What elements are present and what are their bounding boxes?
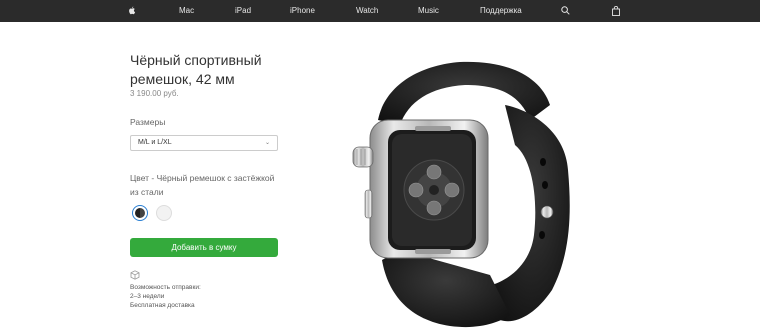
swatch-black-fill <box>135 208 145 218</box>
product-title-line1: Чёрный спортивный <box>130 52 262 68</box>
shipping-line-2: 2–3 недели <box>130 293 165 300</box>
size-label: Размеры <box>130 117 166 127</box>
search-icon[interactable] <box>561 0 571 22</box>
shipping-info: Возможность отправки: 2–3 недели Бесплат… <box>130 283 201 310</box>
nav-item-iphone[interactable]: iPhone <box>290 0 315 22</box>
shipping-line-1: Возможность отправки: <box>130 284 201 291</box>
apple-logo-icon[interactable] <box>127 0 137 22</box>
product-title: Чёрный спортивный ремешок, 42 мм <box>130 51 330 89</box>
size-select[interactable]: M/L и L/XL ⌄ <box>130 135 278 151</box>
color-swatch-black[interactable] <box>132 205 148 221</box>
color-label: Цвет - Чёрный ремешок с застёжкой из ста… <box>130 173 275 197</box>
nav-item-watch[interactable]: Watch <box>356 0 378 22</box>
nav-item-mac[interactable]: Mac <box>179 0 194 22</box>
add-to-bag-button[interactable]: Добавить в сумку <box>130 238 278 257</box>
shopping-bag-icon[interactable] <box>612 0 622 22</box>
product-title-line2: ремешок, 42 мм <box>130 71 235 87</box>
color-swatch-white[interactable] <box>156 205 172 221</box>
global-nav: Mac iPad iPhone Watch Music Поддержка <box>0 0 760 22</box>
box-icon <box>130 267 140 280</box>
shipping-line-3: Бесплатная доставка <box>130 302 195 309</box>
watch-product-image <box>352 61 570 328</box>
nav-item-music[interactable]: Music <box>418 0 439 22</box>
size-select-value: M/L и L/XL <box>138 139 172 146</box>
nav-item-ipad[interactable]: iPad <box>235 0 251 22</box>
nav-item-support[interactable]: Поддержка <box>480 0 522 22</box>
chevron-down-icon: ⌄ <box>264 140 270 146</box>
product-price: 3 190.00 руб. <box>130 89 179 98</box>
